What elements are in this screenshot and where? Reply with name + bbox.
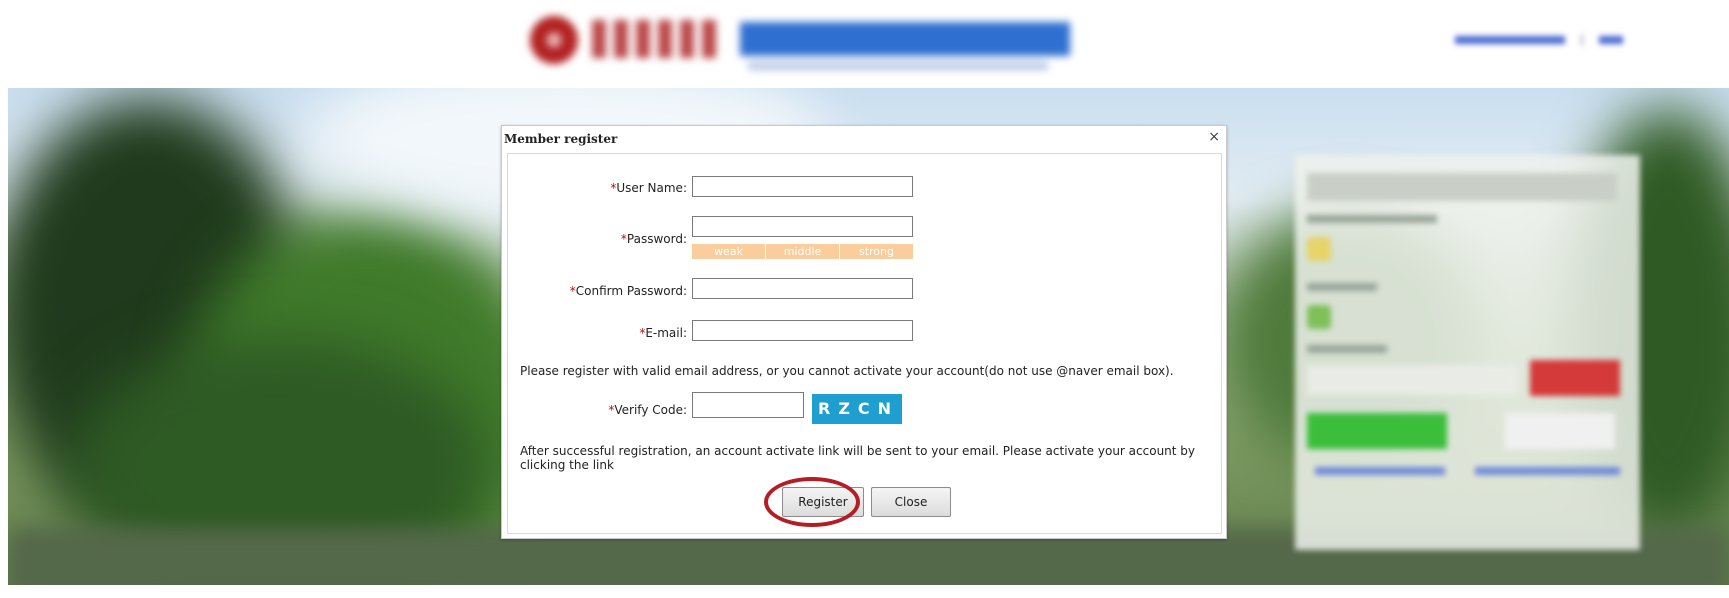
strength-strong: strong xyxy=(840,244,913,259)
top-links xyxy=(1455,34,1623,46)
username-input[interactable] xyxy=(692,176,913,197)
username-label: *User Name: xyxy=(610,181,687,195)
email-label: *E-mail: xyxy=(639,326,687,340)
email-input[interactable] xyxy=(692,320,913,341)
verify-code-input[interactable] xyxy=(692,392,804,418)
logo-calligraphy xyxy=(592,20,722,58)
site-logo xyxy=(530,10,1070,80)
confirm-password-label: *Confirm Password: xyxy=(569,284,687,298)
register-button[interactable]: Register xyxy=(782,487,864,517)
dialog-body xyxy=(507,153,1222,534)
password-input[interactable] xyxy=(692,216,913,237)
top-link-separator xyxy=(1581,34,1583,46)
top-link-1[interactable] xyxy=(1455,36,1565,44)
captcha-image[interactable]: RZCN xyxy=(812,394,902,424)
strength-weak: weak xyxy=(692,244,766,259)
password-label: *Password: xyxy=(620,232,687,246)
dialog-header: Member register × xyxy=(502,126,1226,152)
site-header xyxy=(0,0,1729,88)
strength-middle: middle xyxy=(766,244,840,259)
close-button[interactable]: Close xyxy=(871,487,951,517)
top-link-2[interactable] xyxy=(1599,36,1623,44)
confirm-password-input[interactable] xyxy=(692,278,913,299)
email-note: Please register with valid email address… xyxy=(520,364,1174,378)
verify-code-label: *Verify Code: xyxy=(608,403,687,417)
university-seal-icon xyxy=(530,16,578,64)
dialog-title: Member register xyxy=(504,132,618,146)
bottom-strip xyxy=(0,585,1729,598)
activation-note: After successful registration, an accoun… xyxy=(520,444,1196,472)
login-panel-blurred xyxy=(1295,155,1640,550)
logo-banner xyxy=(740,22,1070,56)
logo-subtitle xyxy=(748,62,1048,70)
password-strength-meter: weak middle strong xyxy=(692,244,913,259)
close-icon[interactable]: × xyxy=(1208,129,1220,145)
